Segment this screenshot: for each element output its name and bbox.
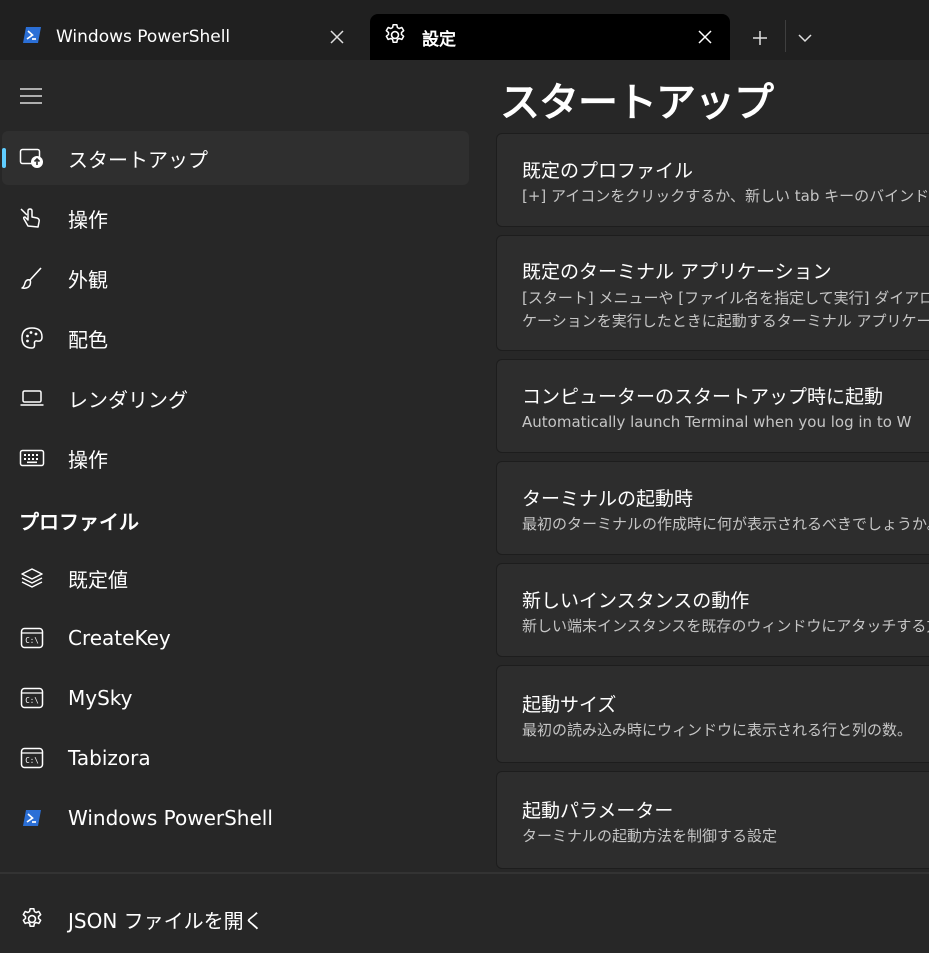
setting-card-new-instance-behavior[interactable]: 新しいインスタンスの動作 新しい端末インスタンスを既存のウィンドウにアタッチする… <box>496 563 929 657</box>
laptop-icon <box>19 386 45 410</box>
card-description: ターミナルの起動方法を制御する設定 <box>522 827 778 845</box>
card-title: 既定のターミナル アプリケーション <box>522 261 832 283</box>
setting-card-default-terminal-app[interactable]: 既定のターミナル アプリケーション [スタート] メニューや [ファイル名を指定… <box>496 235 929 351</box>
card-description: 最初のターミナルの作成時に何が表示されるべきでしょうか。 <box>522 515 929 533</box>
terminal-icon: C:\ <box>19 686 45 710</box>
open-json-file-button[interactable]: JSON ファイルを開く <box>2 892 469 946</box>
sidebar-item-label: 操作 <box>68 207 108 232</box>
card-title: 既定のプロファイル <box>522 160 694 182</box>
setting-card-on-launch[interactable]: ターミナルの起動時 最初のターミナルの作成時に何が表示されるべきでしょうか。 <box>496 461 929 555</box>
card-title: ターミナルの起動時 <box>522 488 694 510</box>
new-tab-button[interactable] <box>746 24 774 52</box>
open-json-label: JSON ファイルを開く <box>68 908 264 933</box>
sidebar-item-defaults[interactable]: 既定値 <box>2 551 469 605</box>
close-icon[interactable] <box>326 26 348 48</box>
card-description: 新しい端末インスタンスを既存のウィンドウにアタッチする方 <box>522 617 929 635</box>
terminal-icon: C:\ <box>19 626 45 650</box>
sidebar-item-color-schemes[interactable]: 配色 <box>2 311 469 365</box>
sidebar-item-label: レンダリング <box>68 387 188 412</box>
card-description: 最初の読み込み時にウィンドウに表示される行と列の数。 <box>522 721 913 739</box>
card-description: [スタート] メニューや [ファイル名を指定して実行] ダイアログな <box>522 289 929 307</box>
setting-card-launch-parameters[interactable]: 起動パラメーター ターミナルの起動方法を制御する設定 <box>496 771 929 869</box>
sidebar-item-label: Windows PowerShell <box>68 806 273 830</box>
sidebar-item-windows-powershell[interactable]: Windows PowerShell <box>2 791 469 845</box>
gear-icon <box>382 22 408 52</box>
sidebar-item-label: 既定値 <box>68 567 128 592</box>
tab-settings[interactable]: 設定 <box>370 14 730 60</box>
card-description: [+] アイコンをクリックするか、新しい tab キーのバインドを入 <box>522 187 929 205</box>
plus-icon <box>753 31 767 45</box>
keyboard-icon <box>19 446 45 470</box>
sidebar-item-actions[interactable]: 操作 <box>2 431 469 485</box>
tab-dropdown-button[interactable] <box>792 24 818 52</box>
sidebar-item-appearance[interactable]: 外観 <box>2 251 469 305</box>
pointer-hand-icon <box>19 206 45 230</box>
sidebar: スタートアップ 操作 外観 配色 レンダリング 操作 プロファイル 既定値 C:… <box>0 60 480 872</box>
svg-text:C:\: C:\ <box>25 636 39 645</box>
sidebar-footer-divider <box>0 872 929 874</box>
page-title: スタートアップ <box>500 80 774 126</box>
card-title: 新しいインスタンスの動作 <box>522 590 750 612</box>
setting-card-launch-size[interactable]: 起動サイズ 最初の読み込み時にウィンドウに表示される行と列の数。 <box>496 665 929 763</box>
powershell-icon <box>19 806 45 830</box>
palette-icon <box>19 326 45 350</box>
tab-windows-powershell[interactable]: Windows PowerShell <box>8 14 362 60</box>
sidebar-item-rendering[interactable]: レンダリング <box>2 371 469 425</box>
hamburger-icon <box>20 88 42 104</box>
card-title: コンピューターのスタートアップ時に起動 <box>522 386 884 408</box>
setting-card-default-profile[interactable]: 既定のプロファイル [+] アイコンをクリックするか、新しい tab キーのバイ… <box>496 133 929 227</box>
setting-card-launch-on-startup[interactable]: コンピューターのスタートアップ時に起動 Automatically launch… <box>496 359 929 453</box>
brush-icon <box>19 266 45 290</box>
sidebar-item-tabizora[interactable]: C:\ Tabizora <box>2 731 469 785</box>
hamburger-menu-button[interactable] <box>18 84 44 108</box>
tab-title: Windows PowerShell <box>56 27 231 47</box>
tab-separator <box>785 20 786 52</box>
sidebar-item-mysky[interactable]: C:\ MySky <box>2 671 469 725</box>
sidebar-item-label: MySky <box>68 686 133 710</box>
svg-text:C:\: C:\ <box>25 696 39 705</box>
tab-title: 設定 <box>422 29 456 50</box>
profiles-heading: プロファイル <box>19 510 139 534</box>
layers-icon <box>19 566 45 590</box>
sidebar-item-createkey[interactable]: C:\ CreateKey <box>2 611 469 665</box>
sidebar-item-label: Tabizora <box>68 746 151 770</box>
card-description: Automatically launch Terminal when you l… <box>522 413 912 431</box>
sidebar-item-label: スタートアップ <box>68 147 208 172</box>
startup-icon <box>19 146 45 170</box>
terminal-icon: C:\ <box>19 746 45 770</box>
sidebar-item-label: 操作 <box>68 447 108 472</box>
close-icon[interactable] <box>694 26 716 48</box>
tab-bar: Windows PowerShell 設定 <box>0 0 929 60</box>
sidebar-item-label: 配色 <box>68 327 108 352</box>
gear-icon <box>19 907 45 931</box>
card-description: ケーションを実行したときに起動するターミナル アプリケーショ <box>522 312 929 330</box>
svg-text:C:\: C:\ <box>25 756 39 765</box>
powershell-icon <box>22 26 42 48</box>
sidebar-item-label: CreateKey <box>68 626 171 650</box>
sidebar-item-startup[interactable]: スタートアップ <box>2 131 469 185</box>
card-title: 起動パラメーター <box>522 800 674 822</box>
sidebar-item-interaction[interactable]: 操作 <box>2 191 469 245</box>
card-title: 起動サイズ <box>522 694 617 716</box>
sidebar-item-label: 外観 <box>68 267 108 292</box>
chevron-down-icon <box>798 34 812 43</box>
